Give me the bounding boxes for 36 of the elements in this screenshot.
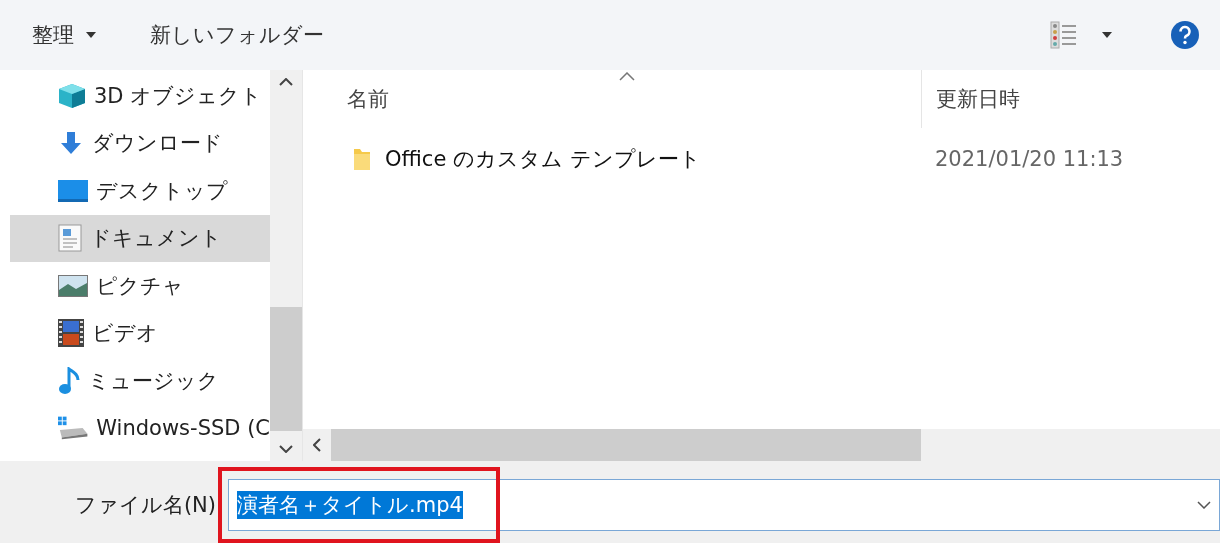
sidebar-item[interactable]: ミュージック <box>10 357 270 405</box>
sidebar-item[interactable]: 3D オブジェクト <box>10 72 270 120</box>
sidebar-item[interactable]: ドキュメント <box>10 214 270 262</box>
organize-menu-button[interactable]: 整理 <box>32 21 96 49</box>
sidebar-item[interactable]: Windows-SSD (C <box>10 404 270 452</box>
new-folder-button[interactable]: 新しいフォルダー <box>150 21 324 49</box>
music-note-icon <box>58 366 80 395</box>
sidebar-item[interactable]: ピクチャ <box>10 262 270 310</box>
document-icon <box>58 224 82 253</box>
column-header[interactable]: 名前 <box>303 70 921 128</box>
chevron-down-icon[interactable] <box>1197 501 1211 509</box>
horizontal-scrollbar[interactable] <box>303 429 1220 461</box>
cube-icon <box>58 82 86 109</box>
date-cell-text: 2021/01/20 11:13 <box>934 146 1125 173</box>
folder-icon <box>353 147 371 171</box>
sidebar-item[interactable]: ダウンロード <box>10 119 270 167</box>
file-name-field[interactable]: 演者名＋タイトル.mp4 <box>228 479 1220 531</box>
sort-caret-icon <box>619 72 635 81</box>
help-icon[interactable] <box>1170 20 1200 50</box>
landscape-icon <box>58 274 88 297</box>
file-name-cell[interactable]: Office のカスタム テンプレート <box>303 128 921 190</box>
caret-icon[interactable] <box>1102 32 1112 38</box>
chevron-down-icon[interactable] <box>279 445 293 453</box>
chevron-up-icon[interactable] <box>279 78 293 86</box>
caret-icon <box>86 32 96 38</box>
drive-icon <box>58 416 89 441</box>
file-name-label: ファイル名(N) <box>73 492 217 519</box>
vertical-scrollbar[interactable] <box>270 70 302 461</box>
sidebar-item[interactable]: デスクトップ <box>10 167 270 215</box>
selected-text: 演者名＋タイトル.mp4 <box>237 491 463 519</box>
details-view-icon[interactable] <box>1050 21 1078 49</box>
desktop-icon <box>58 179 88 202</box>
film-icon <box>58 319 84 348</box>
chevron-left-icon[interactable] <box>313 438 321 452</box>
column-header[interactable]: 更新日時 <box>921 70 1220 128</box>
sidebar-item[interactable]: ビデオ <box>10 309 270 357</box>
